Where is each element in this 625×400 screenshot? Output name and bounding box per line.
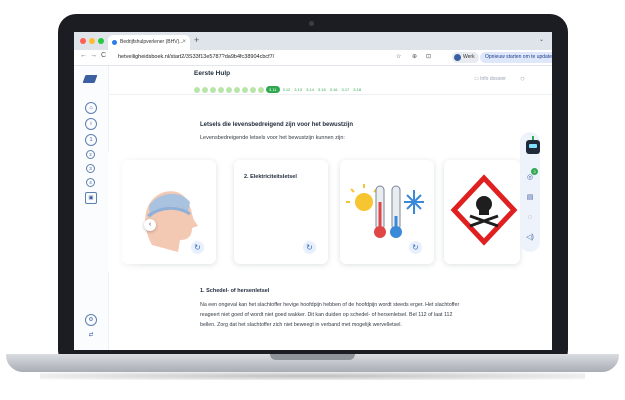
progress-step[interactable]: 3.14	[306, 87, 314, 92]
progress-step-done[interactable]	[210, 86, 216, 93]
page-title: Eerste Hulp	[194, 70, 231, 77]
progress-step[interactable]: 3.15	[318, 87, 326, 92]
laptop-screen: Bedrijfshulpverlener (BHV)... × + ⌄ ← → …	[74, 32, 552, 350]
address-bar[interactable]: hetveiligheidsboek.nl/start2/3S33f13e578…	[118, 52, 318, 63]
sidebar-settings-icon[interactable]: ⚙	[85, 314, 97, 326]
card-electricity[interactable]: 2. Elektriciteitsletsel ↻	[234, 160, 328, 264]
content-title: Letsels die levensbedreigend zijn voor h…	[200, 122, 354, 128]
update-button[interactable]: Opnieuw starten om te updaten ⋮	[480, 52, 552, 63]
content-subtitle: Levensbedreigende letsels voor het bewus…	[200, 135, 345, 141]
sidebar-item-chapter-1[interactable]: 1	[85, 134, 97, 146]
card-toxic[interactable]	[444, 160, 520, 264]
browser-toolbar: ← → C hetveiligheidsboek.nl/start2/3S33f…	[74, 50, 552, 66]
sidebar: ⌂ i 1 2 3 4 ▣ ⚙ ⇄	[74, 66, 109, 350]
card-label: 2. Elektriciteitsletsel	[244, 174, 297, 180]
window-minimize-control[interactable]	[89, 38, 95, 44]
extension-icon[interactable]: ⊕	[412, 53, 417, 60]
progress-step-done[interactable]	[234, 86, 240, 93]
audio-icon[interactable]: ◁)	[524, 232, 536, 244]
progress-step-done[interactable]	[258, 86, 264, 93]
progress-step[interactable]: 3.16	[330, 87, 338, 92]
notes-icon[interactable]: ▤	[524, 192, 536, 204]
avatar	[454, 54, 461, 61]
progress-step[interactable]: 3.17	[341, 87, 349, 92]
app-logo[interactable]	[82, 75, 98, 83]
notification-badge: 3	[531, 168, 538, 175]
assistant-robot-icon[interactable]	[526, 140, 540, 154]
profile-label: Werk	[463, 54, 475, 60]
section-title: 1. Schedel- of hersenletsel	[200, 288, 270, 294]
sidebar-item-chapter-2[interactable]: 2	[86, 150, 95, 159]
sidebar-item-clipboard[interactable]: ▣	[85, 192, 97, 204]
card-temperature[interactable]: ↻	[340, 160, 434, 264]
laptop-camera	[309, 21, 314, 26]
card-flip-button[interactable]: ↻	[303, 241, 316, 254]
sidebar-item-chapter-4[interactable]: 4	[86, 178, 95, 187]
card-flip-button[interactable]: ↻	[409, 241, 422, 254]
laptop-shadow	[40, 372, 585, 380]
reload-button[interactable]: C	[101, 52, 106, 59]
tab-search-icon[interactable]: ⌄	[539, 36, 544, 43]
carousel-fade	[108, 152, 144, 272]
search-icon[interactable]: ○	[520, 74, 525, 83]
tab-close-icon[interactable]: ×	[182, 35, 186, 50]
new-tab-button[interactable]: +	[194, 35, 199, 45]
sidebar-item-home[interactable]: ⌂	[85, 102, 97, 114]
sidebar-switch-icon[interactable]: ⇄	[85, 330, 97, 342]
window-close-control[interactable]	[80, 38, 86, 44]
lesson-progress: 3.11 3.12 3.13 3.14 3.15 3.16 3.17 3.18	[194, 81, 365, 94]
progress-step[interactable]: 3.13	[294, 87, 302, 92]
laptop-notch	[270, 354, 355, 360]
profile-button[interactable]: Werk	[452, 52, 479, 63]
back-button[interactable]: ←	[80, 52, 87, 59]
sidebar-item-chapter-3[interactable]: 3	[86, 164, 95, 173]
sidebar-item-info[interactable]: i	[85, 118, 97, 130]
info-dossier-label: Info dossier	[480, 76, 506, 82]
progress-step-done[interactable]	[226, 86, 232, 93]
info-dossier-button[interactable]: ▭ Info dossier	[474, 76, 506, 82]
section-body: Na een ongeval kan het slachtoffer hevig…	[200, 302, 460, 328]
progress-step-done[interactable]	[242, 86, 248, 93]
progress-step-current[interactable]: 3.11	[266, 86, 280, 94]
progress-step-done[interactable]	[194, 86, 200, 93]
tab-title: Bedrijfshulpverlener (BHV)...	[120, 39, 184, 45]
progress-step[interactable]: 3.12	[283, 87, 291, 92]
browser-tab-bar: Bedrijfshulpverlener (BHV)... × + ⌄	[74, 32, 552, 50]
carousel-prev-button[interactable]: ‹	[144, 219, 156, 231]
forward-button[interactable]: →	[90, 52, 97, 59]
course-header: Eerste Hulp 3.11 3.12 3.13 3.14 3.15 3.16 3.17…	[108, 66, 552, 95]
browser-tab[interactable]: Bedrijfshulpverlener (BHV)... ×	[108, 35, 190, 50]
favicon-icon	[112, 40, 117, 45]
progress-step-done[interactable]	[202, 86, 208, 93]
progress-step[interactable]: 3.18	[353, 87, 361, 92]
chat-icon[interactable]: ◌	[524, 212, 536, 224]
toxic-hazard-illustration	[450, 174, 518, 246]
downloads-icon[interactable]: ⊡	[426, 53, 431, 60]
window-zoom-control[interactable]	[98, 38, 104, 44]
bookmark-star-icon[interactable]: ☆	[396, 53, 401, 60]
card-flip-button[interactable]: ↻	[191, 241, 204, 254]
progress-step-done[interactable]	[250, 86, 256, 93]
progress-step-done[interactable]	[218, 86, 224, 93]
